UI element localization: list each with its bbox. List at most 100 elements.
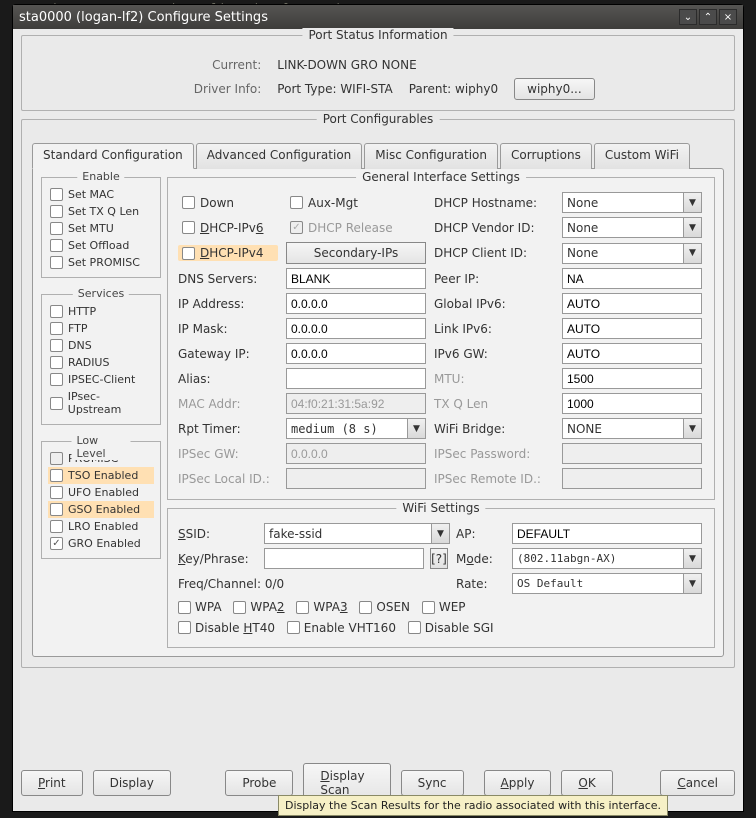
peer-label: Peer IP: bbox=[434, 272, 554, 286]
tabs: Standard Configuration Advanced Configur… bbox=[32, 142, 724, 168]
secondary-ips-button[interactable]: Secondary-IPs bbox=[286, 242, 426, 264]
chk-http[interactable]: HTTP bbox=[48, 303, 154, 320]
port-config-legend: Port Configurables bbox=[317, 112, 440, 126]
tab-advanced[interactable]: Advanced Configuration bbox=[196, 143, 362, 169]
rpt-combo[interactable]: medium (8 s)▼ bbox=[286, 418, 426, 439]
dns-input[interactable] bbox=[286, 268, 426, 289]
chk-set-offload[interactable]: Set Offload bbox=[48, 237, 154, 254]
chk-dhcp-release: DHCP Release bbox=[286, 220, 426, 236]
chk-ipsec-upstream[interactable]: IPsec-Upstream bbox=[48, 388, 154, 418]
tab-body: Enable Set MAC Set TX Q Len Set MTU Set … bbox=[32, 168, 724, 657]
peer-input[interactable] bbox=[562, 268, 702, 289]
chk-osen[interactable]: OSEN bbox=[359, 600, 410, 614]
alias-input[interactable] bbox=[286, 368, 426, 389]
gw-input[interactable] bbox=[286, 343, 426, 364]
mtu-label: MTU: bbox=[434, 372, 554, 386]
window-max[interactable]: ⌃ bbox=[699, 9, 717, 25]
chk-wep[interactable]: WEP bbox=[422, 600, 466, 614]
probe-button[interactable]: Probe bbox=[225, 770, 293, 796]
chk-ipsec-client[interactable]: IPSEC-Client bbox=[48, 371, 154, 388]
ap-input[interactable] bbox=[512, 523, 702, 544]
chk-dhcp-ipv4[interactable]: DHCP-IPv4 bbox=[178, 245, 278, 261]
mtu-input[interactable] bbox=[562, 368, 702, 389]
chk-dhcp-ipv6[interactable]: DHCP-IPv6 bbox=[178, 220, 278, 236]
window-min[interactable]: ⌄ bbox=[679, 9, 697, 25]
txq-input[interactable] bbox=[562, 393, 702, 414]
chevron-down-icon: ▼ bbox=[683, 574, 701, 593]
tab-customwifi[interactable]: Custom WiFi bbox=[594, 143, 690, 169]
dhcp-hostname-label: DHCP Hostname: bbox=[434, 196, 554, 210]
chk-wpa3[interactable]: WPA3 bbox=[296, 600, 347, 614]
ipsgw-input bbox=[286, 443, 426, 464]
tab-corruptions[interactable]: Corruptions bbox=[500, 143, 592, 169]
chevron-down-icon: ▼ bbox=[683, 419, 701, 438]
chk-gro[interactable]: GRO Enabled bbox=[48, 535, 154, 552]
ipv6gw-label: IPv6 GW: bbox=[434, 347, 554, 361]
dhcp-client-combo[interactable]: None▼ bbox=[562, 243, 702, 264]
wbr-label: WiFi Bridge: bbox=[434, 422, 554, 436]
chk-set-promisc[interactable]: Set PROMISC bbox=[48, 254, 154, 271]
mask-input[interactable] bbox=[286, 318, 426, 339]
apply-button[interactable]: Apply bbox=[484, 770, 552, 796]
mode-combo[interactable]: (802.11abgn-AX)▼ bbox=[512, 548, 702, 569]
key-help-button[interactable]: [?] bbox=[430, 548, 448, 569]
wbr-combo[interactable]: NONE▼ bbox=[562, 418, 702, 439]
chk-wpa[interactable]: WPA bbox=[178, 600, 222, 614]
ssid-combo[interactable]: fake-ssid▼ bbox=[264, 523, 450, 544]
txq-label: TX Q Len bbox=[434, 397, 554, 411]
lowlevel-legend: Low Level bbox=[72, 434, 131, 460]
mac-input bbox=[286, 393, 426, 414]
ipsrid-input bbox=[562, 468, 702, 489]
chevron-down-icon: ▼ bbox=[431, 524, 449, 543]
key-input[interactable] bbox=[264, 548, 424, 569]
wifi-panel: WiFi Settings SSID: fake-ssid▼ AP: Key/P… bbox=[167, 508, 715, 648]
chk-gso[interactable]: GSO Enabled bbox=[48, 501, 154, 518]
display-button[interactable]: Display bbox=[93, 770, 171, 796]
chk-set-txq[interactable]: Set TX Q Len bbox=[48, 203, 154, 220]
ok-button[interactable]: OK bbox=[561, 770, 612, 796]
gw-label: Gateway IP: bbox=[178, 347, 278, 361]
chk-disable-ht40[interactable]: Disable HT40 bbox=[178, 621, 275, 635]
dhcp-hostname-combo[interactable]: None▼ bbox=[562, 192, 702, 213]
tab-standard[interactable]: Standard Configuration bbox=[32, 143, 194, 169]
window-close[interactable]: × bbox=[719, 9, 737, 25]
gipv6-input[interactable] bbox=[562, 293, 702, 314]
rate-combo[interactable]: OS Default▼ bbox=[512, 573, 702, 594]
chk-lro[interactable]: LRO Enabled bbox=[48, 518, 154, 535]
lipv6-input[interactable] bbox=[562, 318, 702, 339]
chk-wpa2[interactable]: WPA2 bbox=[233, 600, 284, 614]
ip-input[interactable] bbox=[286, 293, 426, 314]
wifi-legend: WiFi Settings bbox=[396, 501, 485, 515]
mode-label: Mode: bbox=[456, 552, 506, 566]
chk-tso[interactable]: TSO Enabled bbox=[48, 467, 154, 484]
side-column: Enable Set MAC Set TX Q Len Set MTU Set … bbox=[41, 177, 161, 648]
chk-down[interactable]: Down bbox=[178, 195, 278, 211]
ipsgw-label: IPSec GW: bbox=[178, 447, 278, 461]
chk-set-mac[interactable]: Set MAC bbox=[48, 186, 154, 203]
wiphy-button[interactable]: wiphy0... bbox=[514, 78, 595, 100]
chk-ufo[interactable]: UFO Enabled bbox=[48, 484, 154, 501]
enable-set: Enable Set MAC Set TX Q Len Set MTU Set … bbox=[41, 177, 161, 278]
chevron-down-icon: ▼ bbox=[683, 244, 701, 263]
chevron-down-icon: ▼ bbox=[683, 193, 701, 212]
chk-set-mtu[interactable]: Set MTU bbox=[48, 220, 154, 237]
general-panel: General Interface Settings Down Aux-Mgt … bbox=[167, 177, 715, 500]
port-status-legend: Port Status Information bbox=[302, 28, 453, 42]
sync-button[interactable]: Sync bbox=[401, 770, 464, 796]
chk-disable-sgi[interactable]: Disable SGI bbox=[408, 621, 494, 635]
ip-label: IP Address: bbox=[178, 297, 278, 311]
cancel-button[interactable]: Cancel bbox=[660, 770, 735, 796]
chk-ftp[interactable]: FTP bbox=[48, 320, 154, 337]
chk-enable-vht160[interactable]: Enable VHT160 bbox=[287, 621, 396, 635]
window: sta0000 (logan-lf2) Configure Settings ⌄… bbox=[12, 4, 744, 812]
chk-radius[interactable]: RADIUS bbox=[48, 354, 154, 371]
print-button[interactable]: Print bbox=[21, 770, 83, 796]
tab-misc[interactable]: Misc Configuration bbox=[364, 143, 498, 169]
ssid-label: SSID: bbox=[178, 527, 258, 541]
chevron-down-icon: ▼ bbox=[407, 419, 425, 438]
dhcp-vendor-combo[interactable]: None▼ bbox=[562, 217, 702, 238]
chk-auxmgt[interactable]: Aux-Mgt bbox=[286, 195, 426, 211]
ipv6gw-input[interactable] bbox=[562, 343, 702, 364]
tooltip: Display the Scan Results for the radio a… bbox=[278, 795, 668, 816]
chk-dns[interactable]: DNS bbox=[48, 337, 154, 354]
